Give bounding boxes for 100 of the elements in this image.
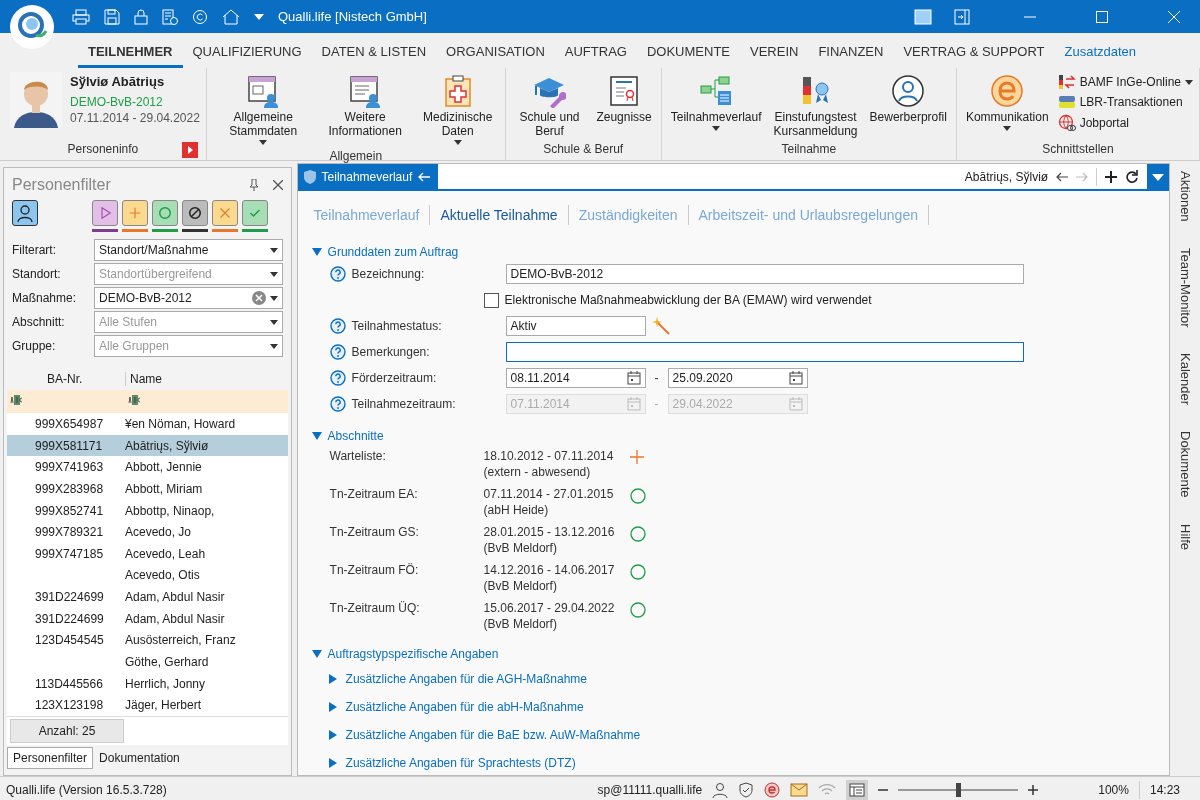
zoom-in-icon[interactable] bbox=[1028, 784, 1039, 795]
checkbox[interactable] bbox=[483, 292, 499, 308]
ribbon-tab[interactable]: AUFTRAG bbox=[554, 44, 637, 68]
table-row[interactable]: Göthe, Gerhard bbox=[7, 651, 288, 673]
section-title[interactable]: Abschnitte bbox=[327, 429, 384, 443]
magic-wand-icon[interactable] bbox=[651, 317, 670, 335]
table-row[interactable]: 391D224699 Adam, Abdul Nasir bbox=[7, 607, 288, 630]
ribbon-tab[interactable]: VEREIN bbox=[740, 44, 809, 68]
status-field[interactable]: Aktiv bbox=[505, 316, 646, 336]
table-row[interactable]: 999X283968 Abbott, Miriam bbox=[7, 478, 288, 500]
ribbon-tab[interactable]: VERTRAG & SUPPORT bbox=[893, 44, 1055, 68]
home-icon[interactable] bbox=[222, 8, 240, 25]
ribbon-button[interactable]: Weitere Informationen bbox=[319, 72, 411, 140]
ribbon-tab[interactable]: ORGANISATION bbox=[436, 44, 555, 68]
app-logo[interactable] bbox=[10, 5, 54, 49]
ribbon-button[interactable]: Medizinische Daten bbox=[416, 72, 499, 147]
text-field[interactable] bbox=[505, 342, 1024, 362]
layout-button[interactable] bbox=[846, 779, 869, 800]
side-tab[interactable]: Aktionen bbox=[1177, 171, 1193, 222]
globe-link-icon bbox=[1057, 114, 1076, 132]
document-tab[interactable]: Teilnahmeverlauf bbox=[297, 164, 439, 189]
status-filter-button[interactable] bbox=[182, 200, 208, 226]
close-icon[interactable] bbox=[272, 180, 283, 190]
ribbon-button[interactable]: Zeugnisse bbox=[593, 72, 655, 126]
ribbon-tab[interactable]: FINANZEN bbox=[808, 44, 894, 68]
zoom-percent: 100% bbox=[1098, 782, 1129, 797]
print-icon[interactable] bbox=[72, 8, 90, 25]
menu-dropdown-icon[interactable] bbox=[1147, 164, 1170, 189]
section-title[interactable]: Grunddaten zum Auftrag bbox=[327, 245, 459, 259]
ribbon-button[interactable]: Bewerberprofil bbox=[866, 72, 950, 126]
user-icon[interactable] bbox=[712, 781, 729, 798]
ribbon-tab[interactable]: DOKUMENTE bbox=[636, 44, 740, 68]
side-tab[interactable]: Kalender bbox=[1177, 353, 1193, 406]
ribbon-button[interactable]: Allgemeine Stammdaten bbox=[212, 72, 314, 147]
filter-dropdown[interactable]: DEMO-BvB-2012 bbox=[94, 287, 283, 309]
text-field[interactable]: DEMO-BvB-2012 bbox=[505, 264, 1024, 284]
sub-tab[interactable]: Aktuelle Teilnahme bbox=[430, 205, 569, 225]
collapse-icon[interactable] bbox=[311, 649, 322, 659]
expand-icon[interactable] bbox=[327, 758, 338, 768]
dock-icon[interactable] bbox=[954, 8, 970, 25]
dropdown-icon[interactable] bbox=[254, 13, 264, 20]
table-row[interactable]: 999X741963 Abbott, Jennie bbox=[7, 456, 288, 479]
panel-tab[interactable]: Dokumentation bbox=[93, 747, 186, 769]
panel-tab[interactable]: Personenfilter bbox=[7, 747, 94, 769]
side-tab[interactable]: Dokumente bbox=[1177, 431, 1193, 498]
add-icon[interactable] bbox=[1105, 170, 1118, 183]
calendar-icon[interactable] bbox=[626, 371, 641, 385]
table-row[interactable]: 391D224699 Adam, Abdul Nasir bbox=[7, 586, 288, 608]
side-tab[interactable]: Hilfe bbox=[1177, 523, 1193, 550]
maximize-icon[interactable] bbox=[1096, 10, 1108, 23]
document-play-icon[interactable] bbox=[162, 8, 178, 25]
pin-icon[interactable] bbox=[248, 179, 259, 191]
side-tab[interactable]: Team-Monitor bbox=[1177, 247, 1193, 328]
table-row[interactable]: 123D454545 Ausösterreich, Franz bbox=[7, 629, 288, 652]
ribbon-tab[interactable]: DATEN & LISTEN bbox=[311, 44, 437, 68]
person-filter-button[interactable] bbox=[12, 200, 38, 226]
date-field[interactable]: 25.09.2020 bbox=[667, 368, 808, 388]
shield-check-icon[interactable] bbox=[738, 781, 755, 798]
zoom-slider-thumb[interactable] bbox=[956, 782, 962, 797]
ribbon-button[interactable]: Einstufungstest Kursanmeldung bbox=[770, 72, 861, 140]
date-field[interactable]: 08.11.2014 bbox=[505, 368, 646, 388]
ribbon-tab[interactable]: TEILNEHMER bbox=[78, 44, 183, 68]
ribbon-tab[interactable]: Zusatzdaten bbox=[1054, 44, 1147, 68]
expand-icon[interactable] bbox=[327, 730, 338, 740]
subsection-title[interactable]: Zusätzliche Angaben für die AGH-Maßnahme bbox=[345, 672, 587, 686]
table-row[interactable]: 999X789321 Acevedo, Jo bbox=[7, 521, 288, 543]
subsection-title[interactable]: Zusätzliche Angaben für die BaE bzw. AuW-Maßnahme bbox=[345, 728, 641, 742]
table-row[interactable]: 999X581171 Abātriųs, Sўlviø bbox=[7, 434, 288, 457]
ribbon-button[interactable]: LBR-Transaktionen bbox=[1057, 94, 1193, 110]
table-row[interactable]: 999X654987 ¥en Nöman, Howard bbox=[7, 413, 288, 435]
ribbon-button[interactable]: Kommunikation bbox=[962, 72, 1052, 133]
column-header[interactable]: BA-Nr. bbox=[7, 371, 125, 386]
ribbon-button[interactable]: BAMF InGe-Online bbox=[1057, 74, 1193, 90]
mail-icon[interactable] bbox=[790, 782, 809, 797]
ribbon-button[interactable]: Jobportal bbox=[1057, 114, 1193, 132]
column-header[interactable]: Name bbox=[125, 371, 162, 386]
section-title[interactable]: Auftragstypspezifische Angaben bbox=[327, 647, 499, 661]
ribbon-button[interactable]: Schule und Beruf bbox=[511, 72, 588, 140]
back-icon[interactable] bbox=[1056, 171, 1069, 182]
table-row[interactable]: Acevedo, Otis bbox=[7, 564, 288, 587]
panel-icon[interactable] bbox=[914, 8, 932, 25]
list-person-icon bbox=[348, 74, 383, 108]
subsection-title[interactable]: Zusätzliche Angaben für die abH-Maßnahme bbox=[345, 700, 584, 714]
save-icon[interactable] bbox=[104, 8, 120, 25]
lock-icon[interactable] bbox=[134, 8, 148, 25]
calendar-icon[interactable] bbox=[788, 371, 803, 385]
e-circle-icon[interactable] bbox=[764, 781, 781, 798]
filter-dropdown[interactable]: Standort/Maßnahme bbox=[94, 239, 283, 261]
ribbon-button[interactable]: Teilnahmeverlauf bbox=[667, 72, 765, 133]
ribbon-tab[interactable]: QUALIFIZIERUNG bbox=[182, 44, 312, 68]
table-row[interactable]: 999X747185 Acevedo, Leah bbox=[7, 542, 288, 565]
table-row[interactable]: 999X852741 Abbottp, Ninaop, bbox=[7, 499, 288, 522]
collapse-icon[interactable] bbox=[311, 247, 322, 257]
expand-icon[interactable] bbox=[327, 702, 338, 712]
table-row[interactable]: 123X123198 Jäger, Herbert bbox=[7, 694, 288, 716]
table-row[interactable]: 113D445566 Herrlich, Jonny bbox=[7, 672, 288, 695]
clear-icon[interactable] bbox=[251, 291, 266, 305]
subsection-title[interactable]: Zusätzliche Angaben für Sprachtests (DTZ) bbox=[345, 756, 576, 770]
expand-icon[interactable] bbox=[327, 674, 338, 684]
collapse-icon[interactable] bbox=[311, 431, 322, 441]
